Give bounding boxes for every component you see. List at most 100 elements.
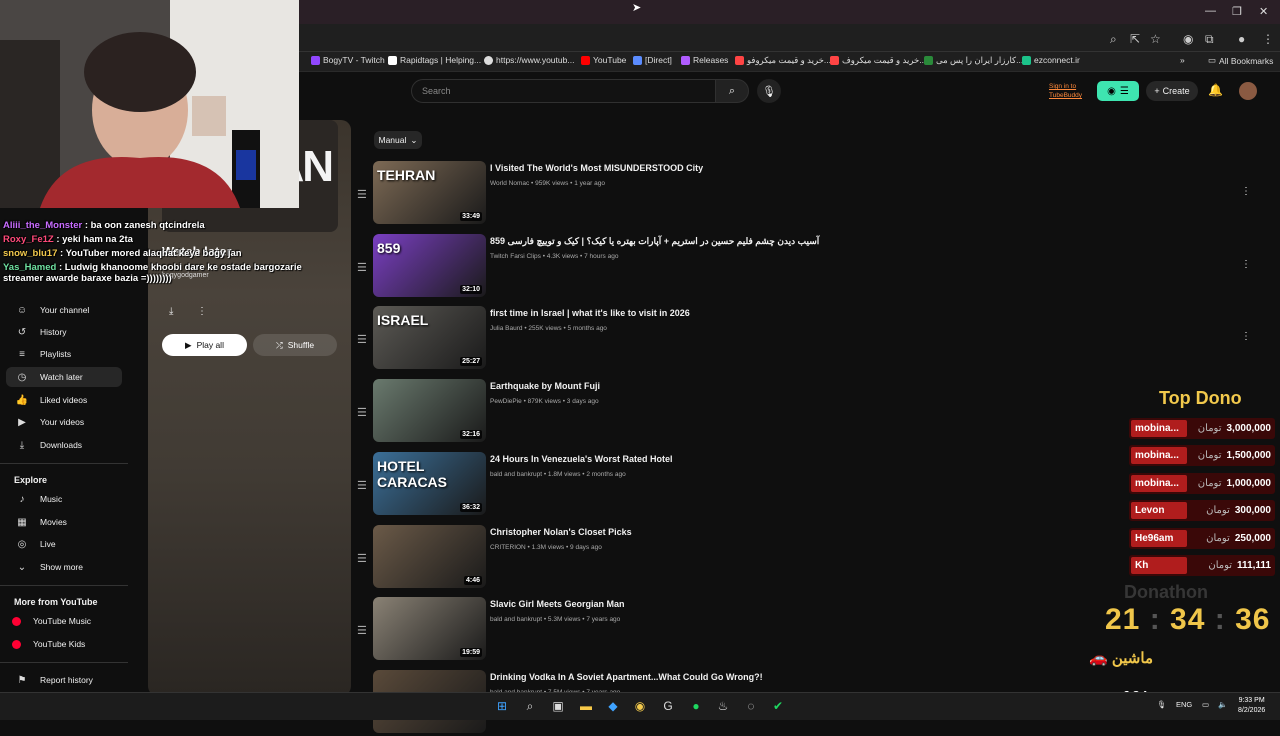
notifications-bell-icon[interactable]: 🔔 xyxy=(1208,83,1223,97)
playlist-video-row[interactable]: ☰ 4:46 Christopher Nolan's Closet Picks CRI… xyxy=(355,524,1255,591)
spotify-icon[interactable]: ● xyxy=(688,698,704,714)
bookmark-star-icon[interactable]: ☆ xyxy=(1150,32,1161,46)
play-all-button[interactable]: ▶ Play all xyxy=(162,334,247,356)
system-clock[interactable]: 9:33 PM 8/2/2026 xyxy=(1238,696,1265,716)
video-title[interactable]: آسیب دیدن چشم فلیم حسین در استریم + آپار… xyxy=(490,236,819,247)
video-title[interactable]: 24 Hours In Venezuela's Worst Rated Hote… xyxy=(490,454,673,464)
bookmark-item[interactable]: https://www.youtub... xyxy=(484,55,574,65)
download-icon[interactable]: ⤓ xyxy=(169,306,173,317)
drag-handle-icon[interactable]: ☰ xyxy=(357,624,367,637)
sidebar-item-report-history[interactable]: ⚑ Report history xyxy=(6,670,122,690)
app-icon[interactable]: ◌ xyxy=(743,698,759,714)
sidebar-item-live[interactable]: ◎ Live xyxy=(6,534,122,554)
more-options-icon[interactable]: ⋮ xyxy=(1241,331,1251,342)
sort-dropdown[interactable]: Manual ⌄ xyxy=(374,131,422,149)
video-thumbnail[interactable]: ISRAEL 25:27 xyxy=(373,306,486,370)
sidebar-item-your-channel[interactable]: ☺ Your channel xyxy=(6,300,122,320)
sidebar-item-youtube-kids[interactable]: YouTube Kids xyxy=(6,634,122,654)
video-thumbnail[interactable]: HOTEL CARACAS 36:32 xyxy=(373,451,486,515)
zoom-icon[interactable]: ⌕ xyxy=(1110,32,1117,47)
more-options-icon[interactable]: ⋮ xyxy=(1241,186,1251,197)
playlist-video-row[interactable]: ☰ ISRAEL 25:27 first time in Israel | what … xyxy=(355,306,1255,372)
browser-menu-icon[interactable]: ⋮ xyxy=(1262,32,1274,46)
sidebar-item-music[interactable]: ♪ Music xyxy=(6,489,122,509)
more-options-icon[interactable]: ⋮ xyxy=(197,306,207,317)
maximize-icon[interactable]: ❐ xyxy=(1232,5,1242,18)
tubebuddy-button[interactable]: ◉ ☰ xyxy=(1097,81,1139,101)
video-thumbnail[interactable]: 4:46 xyxy=(373,524,486,588)
network-icon[interactable]: ▭ xyxy=(1202,700,1209,709)
install-app-icon[interactable]: ⇱ xyxy=(1130,32,1140,46)
search-icon[interactable]: ⌕ xyxy=(522,698,538,714)
app-icon[interactable]: ✔ xyxy=(770,698,786,714)
language-indicator[interactable]: ENG xyxy=(1176,700,1192,709)
minimize-icon[interactable]: — xyxy=(1205,5,1216,17)
sidebar-item-history[interactable]: ↺ History xyxy=(6,322,122,342)
speaker-icon[interactable]: 🔈 xyxy=(1218,700,1227,709)
sidebar-item-watch-later[interactable]: ◷ Watch later xyxy=(6,367,122,387)
search-button[interactable]: ⌕ xyxy=(715,79,749,103)
sidebar-item-downloads[interactable]: ⤓ Downloads xyxy=(6,435,122,455)
drag-handle-icon[interactable]: ☰ xyxy=(357,552,367,565)
bookmark-favicon xyxy=(735,56,744,65)
steam-icon[interactable]: ♨ xyxy=(715,698,731,714)
extensions-puzzle-icon[interactable]: ⧉ xyxy=(1205,32,1214,47)
video-thumbnail[interactable]: TEHRAN 33:49 xyxy=(373,161,486,224)
playlist-video-row[interactable]: ☰ 32:16 Earthquake by Mount Fuji PewDiePie … xyxy=(355,379,1255,445)
video-title[interactable]: I Visited The World's Most MISUNDERSTOOD… xyxy=(490,163,703,173)
playlist-video-row[interactable]: ☰ TEHRAN 33:49 I Visited The World's Most M… xyxy=(355,161,1255,227)
sidebar-item-liked-videos[interactable]: 👍 Liked videos xyxy=(6,390,122,410)
bookmark-item[interactable]: Releases xyxy=(681,55,728,65)
donor-name: mobina... xyxy=(1131,474,1187,492)
extension-icon[interactable]: ◉ xyxy=(1183,32,1193,46)
user-avatar[interactable] xyxy=(1239,82,1257,100)
video-title[interactable]: Christopher Nolan's Closet Picks xyxy=(490,527,632,537)
video-title[interactable]: Slavic Girl Meets Georgian Man xyxy=(490,599,625,609)
bookmark-item[interactable]: خرید و قیمت میکروف... xyxy=(830,55,926,66)
video-title[interactable]: Earthquake by Mount Fuji xyxy=(490,381,600,391)
bookmark-item[interactable]: YouTube xyxy=(581,55,626,65)
drag-handle-icon[interactable]: ☰ xyxy=(357,333,367,346)
video-duration: 19:59 xyxy=(460,648,482,658)
microphone-icon[interactable]: 🎙 xyxy=(1157,700,1167,709)
drag-handle-icon[interactable]: ☰ xyxy=(357,188,367,201)
file-explorer-icon[interactable]: ▬ xyxy=(578,698,594,714)
divider xyxy=(0,585,128,586)
sidebar-item-show-more[interactable]: ⌄ Show more xyxy=(6,557,122,577)
bookmarks-overflow-icon[interactable]: » xyxy=(1180,55,1185,65)
drag-handle-icon[interactable]: ☰ xyxy=(357,261,367,274)
playlist-video-row[interactable]: ☰ HOTEL CARACAS 36:32 24 Hours In Venezuela… xyxy=(355,451,1255,518)
video-thumbnail[interactable]: 19:59 xyxy=(373,597,486,661)
windows-start-icon[interactable]: ⊞ xyxy=(494,698,510,714)
logitech-icon[interactable]: G xyxy=(660,698,676,714)
vscode-icon[interactable]: ◆ xyxy=(605,698,621,714)
chrome-icon[interactable]: ◉ xyxy=(632,698,648,714)
video-title[interactable]: Drinking Vodka In A Soviet Apartment...W… xyxy=(490,672,763,682)
sidebar-item-playlists[interactable]: ≡ Playlists xyxy=(6,344,122,364)
video-title[interactable]: first time in Israel | what it's like to… xyxy=(490,308,690,318)
all-bookmarks-button[interactable]: ▭ All Bookmarks xyxy=(1208,55,1273,66)
bookmark-item[interactable]: خرید و قیمت میکروفو... xyxy=(735,55,831,66)
sidebar-item-your-videos[interactable]: ▶ Your videos xyxy=(6,412,122,432)
more-options-icon[interactable]: ⋮ xyxy=(1241,259,1251,270)
create-button[interactable]: + Create xyxy=(1146,81,1198,101)
drag-handle-icon[interactable]: ☰ xyxy=(357,406,367,419)
shuffle-button[interactable]: ⤮ Shuffle xyxy=(253,334,337,356)
profile-avatar[interactable]: ● xyxy=(1238,32,1245,46)
close-icon[interactable]: ✕ xyxy=(1259,5,1268,18)
sidebar-item-movies[interactable]: ▦ Movies xyxy=(6,512,122,532)
sidebar-item-youtube-music[interactable]: YouTube Music xyxy=(6,611,122,631)
task-view-icon[interactable]: ▣ xyxy=(550,698,566,714)
bookmark-item[interactable]: ezconnect.ir xyxy=(1022,55,1080,65)
bookmark-item[interactable]: Rapidtags | Helping... xyxy=(388,55,481,65)
video-thumbnail[interactable]: 32:16 xyxy=(373,379,486,443)
video-thumbnail[interactable]: 859 32:10 xyxy=(373,233,486,297)
bookmark-item[interactable]: BogyTV - Twitch xyxy=(311,55,385,65)
tubebuddy-signin-link[interactable]: Sign in to TubeBuddy xyxy=(1049,82,1082,100)
bookmark-item[interactable]: کارزار ایران را پس می... xyxy=(924,55,1023,66)
voice-search-button[interactable]: 🎙 xyxy=(757,79,781,103)
search-input[interactable]: Search xyxy=(411,79,715,103)
playlist-video-row[interactable]: ☰ 859 32:10 آسیب دیدن چشم فلیم حسین در استر… xyxy=(355,233,1255,300)
drag-handle-icon[interactable]: ☰ xyxy=(357,479,367,492)
bookmark-item[interactable]: [Direct] xyxy=(633,55,672,65)
